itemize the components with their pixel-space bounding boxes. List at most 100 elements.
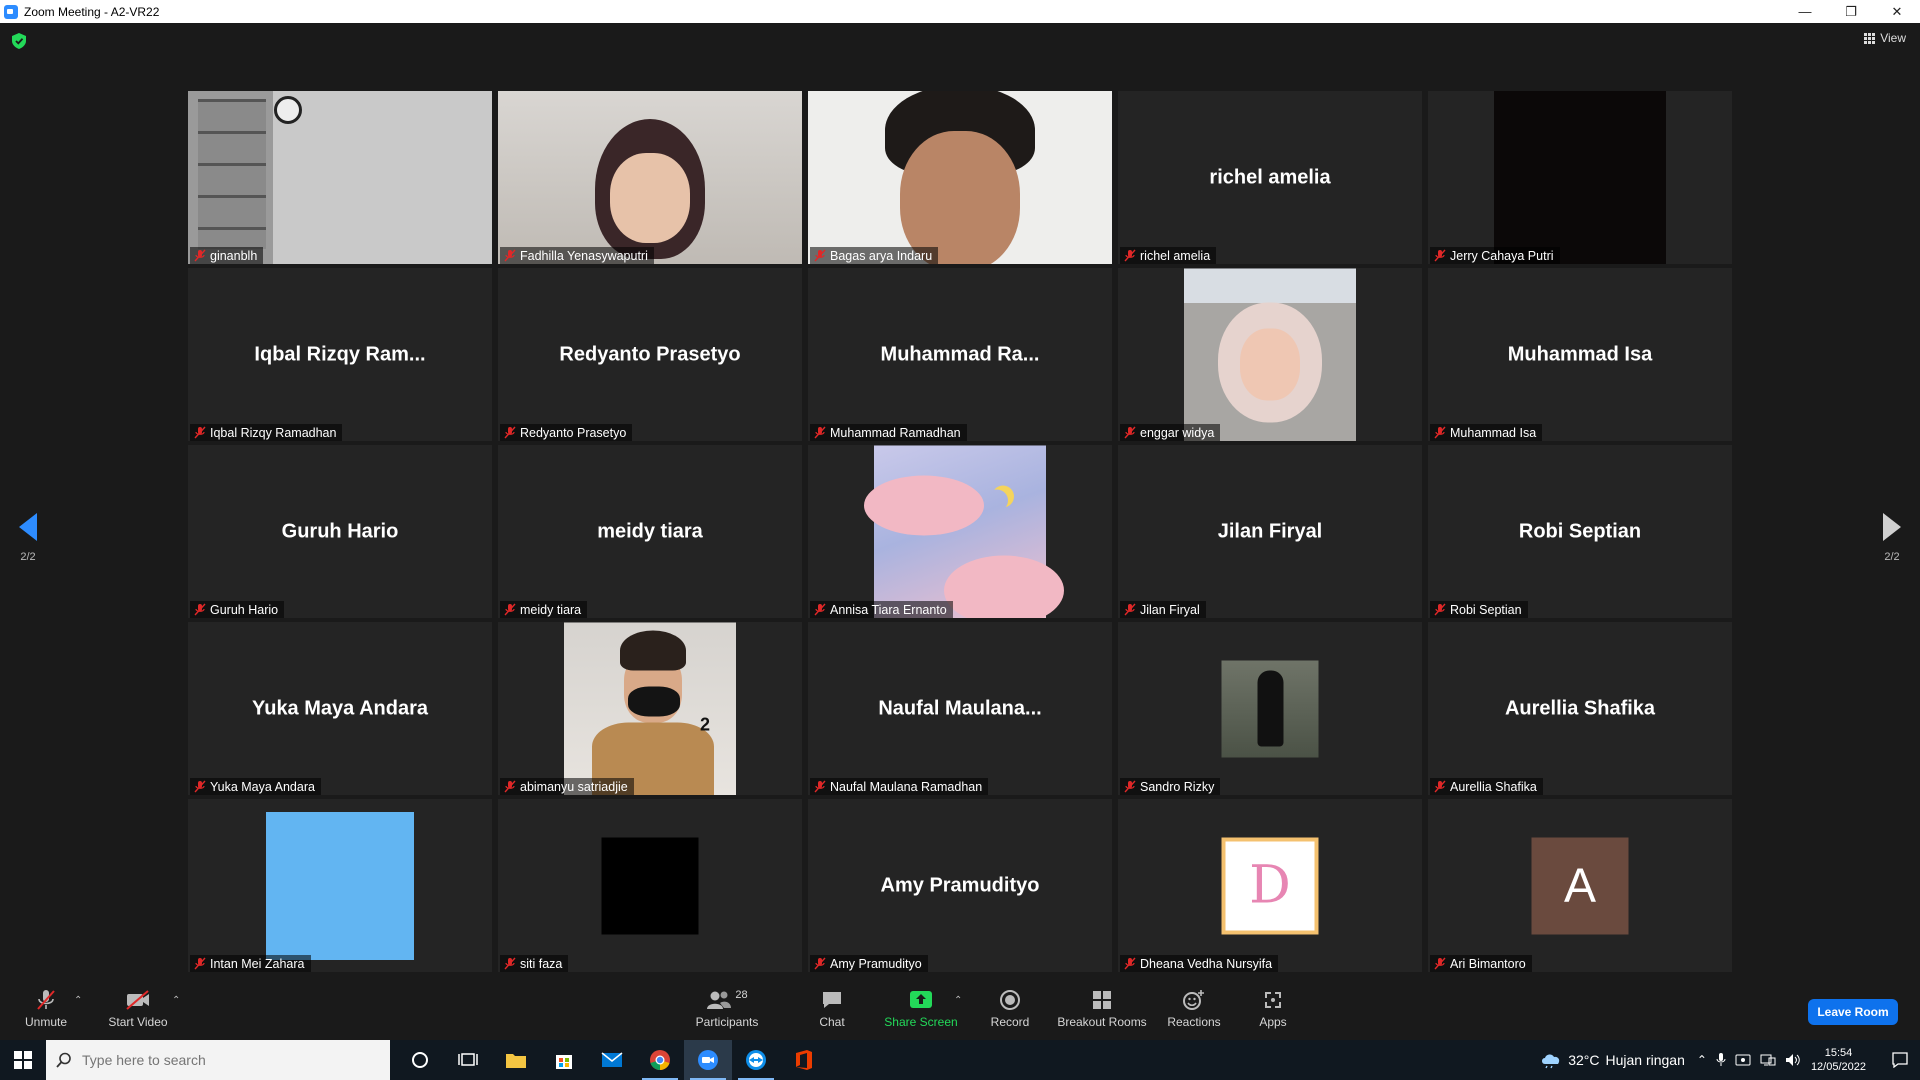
participant-tile[interactable]: Iqbal Rizqy Ram... Iqbal Rizqy Ramadhan: [188, 268, 492, 441]
participant-tile[interactable]: Sandro Rizky: [1118, 622, 1422, 795]
restore-button[interactable]: ❐: [1828, 0, 1874, 23]
participant-tile[interactable]: enggar widya: [1118, 268, 1422, 441]
participant-name-label: Redyanto Prasetyo: [500, 424, 633, 441]
participant-tile[interactable]: Redyanto Prasetyo Redyanto Prasetyo: [498, 268, 802, 441]
muted-mic-icon: [1434, 603, 1446, 616]
reactions-button[interactable]: Reactions: [1164, 987, 1224, 1029]
folder-icon: [506, 1054, 526, 1068]
participant-tile[interactable]: Yuka Maya Andara Yuka Maya Andara: [188, 622, 492, 795]
show-hidden-icons-chevron-up-icon[interactable]: ⌃: [1697, 1053, 1707, 1067]
participant-tile[interactable]: Amy Pramudityo Amy Pramudityo: [808, 799, 1112, 972]
video-options-chevron-up-icon[interactable]: ⌃: [172, 995, 180, 1006]
participant-tile[interactable]: Muhammad Ra... Muhammad Ramadhan: [808, 268, 1112, 441]
encryption-shield-icon[interactable]: [12, 33, 26, 49]
participant-display-name: Jilan Firyal: [1217, 520, 1323, 542]
previous-page-button[interactable]: 2/2: [8, 513, 48, 563]
participant-tile[interactable]: A Ari Bimantoro: [1428, 799, 1732, 972]
participant-tile[interactable]: Jerry Cahaya Putri: [1428, 91, 1732, 264]
taskbar-search[interactable]: [46, 1040, 390, 1080]
muted-mic-icon: [814, 780, 826, 793]
start-button[interactable]: [0, 1040, 46, 1080]
participant-name-label: Amy Pramudityo: [810, 955, 928, 972]
chat-button[interactable]: Chat: [806, 987, 858, 1029]
muted-mic-icon: [1124, 426, 1136, 439]
participants-count: 28: [735, 989, 748, 1001]
window-controls: — ❐ ✕: [1782, 0, 1920, 23]
participant-tile[interactable]: Jilan Firyal Jilan Firyal: [1118, 445, 1422, 618]
search-input[interactable]: [82, 1052, 372, 1068]
weather-description: Hujan ringan: [1605, 1052, 1685, 1068]
zoom-taskbar-button[interactable]: [684, 1040, 732, 1080]
participant-tile[interactable]: Naufal Maulana... Naufal Maulana Ramadha…: [808, 622, 1112, 795]
meet-now-icon[interactable]: [1735, 1053, 1751, 1067]
view-button[interactable]: View: [1864, 31, 1906, 45]
participant-video: [808, 91, 1112, 264]
file-explorer-button[interactable]: [492, 1040, 540, 1080]
participant-tile[interactable]: ginanblh: [188, 91, 492, 264]
muted-mic-icon: [1124, 249, 1136, 262]
muted-mic-icon: [814, 603, 826, 616]
participants-icon: [707, 991, 732, 1009]
participant-name-label: Sandro Rizky: [1120, 778, 1221, 795]
teamviewer-button[interactable]: [732, 1040, 780, 1080]
microphone-icon[interactable]: [1716, 1053, 1726, 1067]
participant-tile[interactable]: richel amelia richel amelia: [1118, 91, 1422, 264]
participant-display-name: richel amelia: [1209, 166, 1331, 188]
participant-tile[interactable]: Robi Septian Robi Septian: [1428, 445, 1732, 618]
leave-room-button[interactable]: Leave Room: [1808, 999, 1898, 1025]
microsoft-store-button[interactable]: [540, 1040, 588, 1080]
office-logo-icon: [796, 1050, 812, 1070]
profile-picture: [1221, 660, 1319, 757]
apps-button[interactable]: Apps: [1248, 987, 1298, 1029]
muted-mic-icon: [504, 249, 516, 262]
participant-tile[interactable]: siti faza: [498, 799, 802, 972]
share-options-chevron-up-icon[interactable]: ⌃: [954, 995, 962, 1006]
share-screen-icon: [910, 991, 932, 1008]
next-page-button[interactable]: 2/2: [1872, 513, 1912, 563]
participant-name-label: Yuka Maya Andara: [190, 778, 321, 795]
participant-tile[interactable]: Fadhilla Yenasywaputri: [498, 91, 802, 264]
unmute-button[interactable]: Unmute: [18, 987, 74, 1029]
participant-name-label: enggar widya: [1120, 424, 1221, 441]
record-icon: [1000, 990, 1020, 1010]
close-button[interactable]: ✕: [1874, 0, 1920, 23]
participant-tile[interactable]: Bagas arya Indaru: [808, 91, 1112, 264]
share-screen-button[interactable]: Share Screen: [882, 987, 960, 1029]
weather-widget[interactable]: 32°C Hujan ringan: [1540, 1051, 1685, 1069]
participant-name-label: Muhammad Isa: [1430, 424, 1543, 441]
participant-tile[interactable]: Annisa Tiara Ernanto: [808, 445, 1112, 618]
participant-tile[interactable]: Muhammad Isa Muhammad Isa: [1428, 268, 1732, 441]
muted-mic-icon: [1124, 603, 1136, 616]
office-button[interactable]: [780, 1040, 828, 1080]
mail-button[interactable]: [588, 1040, 636, 1080]
cortana-button[interactable]: [396, 1040, 444, 1080]
record-button[interactable]: Record: [984, 987, 1036, 1029]
participant-tile[interactable]: Guruh Hario Guruh Hario: [188, 445, 492, 618]
taskbar-clock[interactable]: 15:54 12/05/2022: [1811, 1046, 1866, 1074]
muted-mic-icon: [814, 249, 826, 262]
participants-button[interactable]: 28 Participants: [690, 987, 764, 1029]
breakout-rooms-button[interactable]: Breakout Rooms: [1056, 987, 1148, 1029]
participant-display-name: Iqbal Rizqy Ram...: [254, 343, 426, 365]
participant-display-name: Guruh Hario: [281, 520, 399, 542]
chrome-logo-icon: [650, 1050, 670, 1070]
notification-center-button[interactable]: [1880, 1040, 1920, 1080]
participant-tile[interactable]: meidy tiara meidy tiara: [498, 445, 802, 618]
minimize-button[interactable]: —: [1782, 0, 1828, 23]
breakout-rooms-icon: [1093, 991, 1111, 1009]
weather-temperature: 32°C: [1568, 1052, 1600, 1068]
audio-options-chevron-up-icon[interactable]: ⌃: [74, 995, 82, 1006]
participant-name-label: Naufal Maulana Ramadhan: [810, 778, 989, 795]
muted-mic-icon: [504, 957, 516, 970]
network-icon[interactable]: [1760, 1053, 1776, 1067]
participant-tile[interactable]: Intan Mei Zahara: [188, 799, 492, 972]
chrome-button[interactable]: [636, 1040, 684, 1080]
muted-mic-icon: [194, 603, 206, 616]
participant-tile[interactable]: 2 abimanyu satriadjie: [498, 622, 802, 795]
volume-icon[interactable]: [1785, 1053, 1801, 1067]
start-video-button[interactable]: Start Video: [104, 987, 172, 1029]
participant-name-label: Dheana Vedha Nursyifa: [1120, 955, 1279, 972]
participant-tile[interactable]: Aurellia Shafika Aurellia Shafika: [1428, 622, 1732, 795]
task-view-button[interactable]: [444, 1040, 492, 1080]
participant-tile[interactable]: D Dheana Vedha Nursyifa: [1118, 799, 1422, 972]
